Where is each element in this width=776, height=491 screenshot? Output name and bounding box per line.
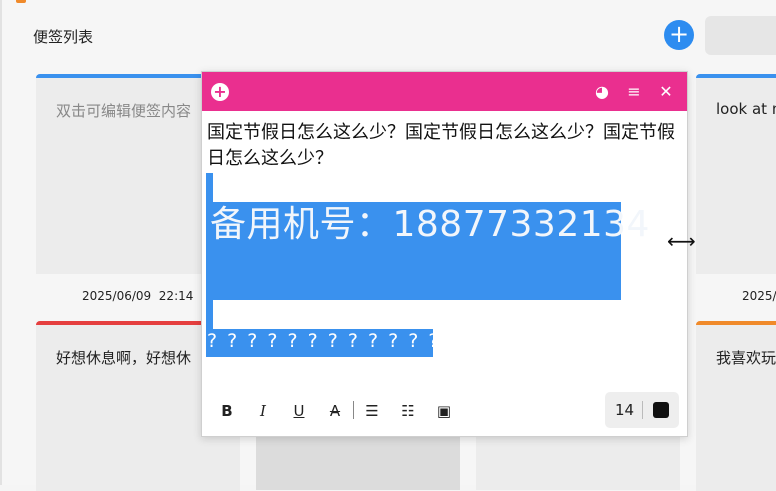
numbered-list-icon[interactable]: ☷: [398, 401, 418, 421]
card-text: 双击可编辑便签内容: [56, 102, 192, 120]
page-title: 便签列表: [33, 28, 94, 46]
bold-button[interactable]: B: [217, 401, 237, 421]
palette-icon[interactable]: ◕: [592, 82, 612, 102]
card-color-bar: [696, 321, 776, 325]
close-icon[interactable]: ✕: [656, 82, 676, 102]
note-editor-window[interactable]: + ◕ ≡ ✕ 国定节假日怎么这么少？国定节假日怎么这么少？国定节假日怎么这么少…: [201, 71, 688, 437]
note-card[interactable]: look at m: [696, 74, 776, 274]
card-date: 2025/: [742, 289, 776, 303]
text-color-picker[interactable]: [653, 402, 669, 418]
card-text: 好想休息啊，好想休: [56, 349, 192, 367]
font-settings-divider: [642, 401, 643, 419]
format-toolbar: B I U A ☰ ☷ ▣ 14: [202, 392, 687, 428]
card-text: look at m: [716, 100, 776, 118]
plus-circle-icon[interactable]: +: [211, 83, 229, 101]
question-marks-text: ? ? ? ? ? ? ? ? ? ? ? ? ?: [207, 330, 461, 352]
italic-button[interactable]: I: [253, 401, 273, 421]
card-date: 2025/06/09 22:14: [82, 289, 194, 303]
underline-button[interactable]: U: [289, 401, 309, 421]
phone-text: 备用机号：18877332134: [210, 204, 650, 245]
toolbar-divider: [353, 401, 354, 419]
note-text-line: 国定节假日怎么这么少？国定节假日怎么这么少？国定节假日怎么这么少？: [207, 122, 675, 169]
bullet-list-icon[interactable]: ☰: [362, 401, 382, 421]
note-editor-header[interactable]: + ◕ ≡ ✕: [202, 72, 687, 111]
menu-icon[interactable]: ≡: [624, 82, 644, 102]
orange-accent: [16, 0, 26, 3]
note-card[interactable]: 我喜欢玩: [696, 321, 776, 491]
image-icon[interactable]: ▣: [434, 401, 454, 421]
font-settings: 14: [605, 392, 679, 428]
font-size-selector[interactable]: 14: [615, 401, 634, 419]
strikethrough-button[interactable]: A: [325, 401, 345, 421]
card-color-bar: [696, 74, 776, 78]
search-box[interactable]: [705, 16, 776, 55]
window-edge: [0, 0, 2, 485]
plus-icon: +: [668, 20, 690, 48]
resize-horizontal-icon: ⟷: [667, 229, 696, 253]
selection-highlight: [206, 299, 213, 329]
add-note-button[interactable]: +: [664, 20, 694, 50]
card-text: 我喜欢玩: [716, 349, 776, 367]
